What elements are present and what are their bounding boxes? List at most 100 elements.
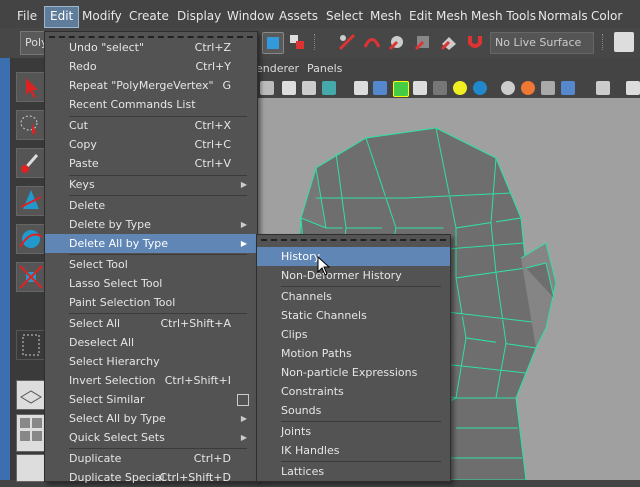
menu-item-repeat[interactable]: Repeat "PolyMergeVertex" G <box>45 76 257 95</box>
menu-item-label: Motion Paths <box>281 347 352 360</box>
menu-item-redo[interactable]: Redo Ctrl+Y <box>45 57 257 76</box>
menu-item-select-similar[interactable]: Select Similar <box>45 390 257 409</box>
menu-item-shortcut: Ctrl+X <box>194 119 231 132</box>
menu-item-paste[interactable]: Paste Ctrl+V <box>45 154 257 173</box>
input-output-icon[interactable] <box>614 32 634 52</box>
wireframe-icon[interactable] <box>282 81 296 95</box>
menu-modify[interactable]: Modify <box>77 6 127 26</box>
menu-assets[interactable]: Assets <box>274 6 323 26</box>
menu-item-deselect-all[interactable]: Deselect All <box>45 333 257 352</box>
select-highlight-icon[interactable] <box>596 81 610 95</box>
menu-normals[interactable]: Normals <box>533 6 593 26</box>
submenu-item-sounds[interactable]: Sounds <box>257 401 450 420</box>
magnet-icon[interactable] <box>465 32 485 52</box>
isolate-icon[interactable] <box>561 81 575 95</box>
select-by-component-icon[interactable] <box>287 32 307 52</box>
menu-edit-mesh[interactable]: Edit Mesh <box>404 6 473 26</box>
paint-select-icon[interactable] <box>16 148 46 178</box>
snap-icon[interactable] <box>262 32 284 54</box>
menu-color[interactable]: Color <box>586 6 627 26</box>
snap-view-plane-icon[interactable] <box>413 32 433 52</box>
snap-surface-icon[interactable] <box>439 32 459 52</box>
smooth-shade-icon[interactable] <box>302 81 316 95</box>
menu-item-delete-all-by-type[interactable]: Delete All by Type ▶ <box>45 234 257 253</box>
menu-item-select-all-by-type[interactable]: Select All by Type ▶ <box>45 409 257 428</box>
texture-icon[interactable] <box>322 81 336 95</box>
hud-icon[interactable] <box>541 81 555 95</box>
menu-item-delete[interactable]: Delete <box>45 196 257 215</box>
menu-item-shortcut: G <box>222 79 231 92</box>
menu-display[interactable]: Display <box>172 6 226 26</box>
rotate-tool-icon[interactable] <box>16 224 46 254</box>
grid-icon[interactable] <box>260 81 274 95</box>
menu-mesh-tools[interactable]: Mesh Tools <box>466 6 541 26</box>
scale-tool-icon[interactable] <box>16 262 46 292</box>
menu-item-shortcut: Ctrl+Z <box>194 41 231 54</box>
menu-item-shortcut: Ctrl+Shift+D <box>159 471 231 484</box>
menu-item-label: Duplicate Special <box>69 471 165 484</box>
menu-window[interactable]: Window <box>222 6 279 26</box>
menu-file[interactable]: File <box>12 6 42 26</box>
menu-item-duplicate-special[interactable]: Duplicate Special Ctrl+Shift+D <box>45 468 257 487</box>
submenu-item-joints[interactable]: Joints <box>257 422 450 441</box>
submenu-item-constraints[interactable]: Constraints <box>257 382 450 401</box>
mouse-cursor-icon <box>317 256 331 276</box>
move-tool-icon[interactable] <box>16 186 46 216</box>
menu-item-label: Lattices <box>281 465 325 478</box>
submenu-item-static-channels[interactable]: Static Channels <box>257 306 450 325</box>
menu-item-paint-selection-tool[interactable]: Paint Selection Tool <box>45 293 257 312</box>
select-tool-icon[interactable] <box>16 72 46 102</box>
menu-item-recent-commands[interactable]: Recent Commands List <box>45 95 257 114</box>
cube-icon[interactable] <box>354 81 368 95</box>
snap-curve-icon[interactable] <box>362 32 382 52</box>
menu-item-label: IK Handles <box>281 444 340 457</box>
window-edge <box>0 58 10 480</box>
snap-grid-icon[interactable] <box>337 32 357 52</box>
single-view-icon[interactable] <box>16 380 46 410</box>
menu-item-cut[interactable]: Cut Ctrl+X <box>45 116 257 135</box>
live-surface-field[interactable]: No Live Surface <box>490 32 594 54</box>
panel-menu-renderer[interactable]: enderer <box>256 62 299 75</box>
menu-select[interactable]: Select <box>321 6 368 26</box>
menu-item-invert-selection[interactable]: Invert Selection Ctrl+Shift+I <box>45 371 257 390</box>
submenu-item-non-particle-expressions[interactable]: Non-particle Expressions <box>257 363 450 382</box>
tear-off-line[interactable] <box>261 239 446 245</box>
camera-icon[interactable] <box>626 81 640 95</box>
side-view-icon[interactable] <box>16 454 46 482</box>
menu-mesh[interactable]: Mesh <box>365 6 407 26</box>
submenu-item-channels[interactable]: Channels <box>257 287 450 306</box>
menu-create[interactable]: Create <box>124 6 174 26</box>
submenu-item-non-deformer-history[interactable]: Non-Deformer History <box>257 266 450 285</box>
lasso-tool-icon[interactable] <box>16 110 46 140</box>
solid-cube-icon[interactable] <box>373 81 387 95</box>
submenu-item-motion-paths[interactable]: Motion Paths <box>257 344 450 363</box>
snap-point-icon[interactable] <box>387 32 407 52</box>
xray-icon[interactable] <box>393 81 409 97</box>
menu-item-copy[interactable]: Copy Ctrl+C <box>45 135 257 154</box>
option-box-icon[interactable] <box>237 394 249 406</box>
menu-item-label: Recent Commands List <box>69 98 196 111</box>
menu-item-delete-by-type[interactable]: Delete by Type ▶ <box>45 215 257 234</box>
menu-item-keys[interactable]: Keys ▶ <box>45 175 257 194</box>
menu-edit[interactable]: Edit <box>44 6 80 28</box>
menu-item-select-all[interactable]: Select All Ctrl+Shift+A <box>45 314 257 333</box>
sphere-icon[interactable] <box>473 81 487 95</box>
material-icon[interactable] <box>521 81 535 95</box>
submenu-item-history[interactable]: History <box>257 247 450 266</box>
panel-menu-panels[interactable]: Panels <box>307 62 342 75</box>
checker-icon[interactable] <box>433 81 447 95</box>
submenu-item-ik-handles[interactable]: IK Handles <box>257 441 450 460</box>
menu-item-select-tool[interactable]: Select Tool <box>45 255 257 274</box>
light-icon[interactable] <box>453 81 467 95</box>
layout-icon[interactable] <box>16 330 46 360</box>
shadow-icon[interactable] <box>501 81 515 95</box>
menu-item-duplicate[interactable]: Duplicate Ctrl+D <box>45 449 257 468</box>
menu-item-select-hierarchy[interactable]: Select Hierarchy <box>45 352 257 371</box>
four-view-icon[interactable] <box>16 414 46 452</box>
menu-item-lasso-select-tool[interactable]: Lasso Select Tool <box>45 274 257 293</box>
menu-item-quick-select-sets[interactable]: Quick Select Sets ▶ <box>45 428 257 447</box>
submenu-item-clips[interactable]: Clips <box>257 325 450 344</box>
shaded-cube-icon[interactable] <box>413 81 427 95</box>
submenu-item-lattices[interactable]: Lattices <box>257 462 450 481</box>
menu-item-undo[interactable]: Undo "select" Ctrl+Z <box>45 38 257 57</box>
